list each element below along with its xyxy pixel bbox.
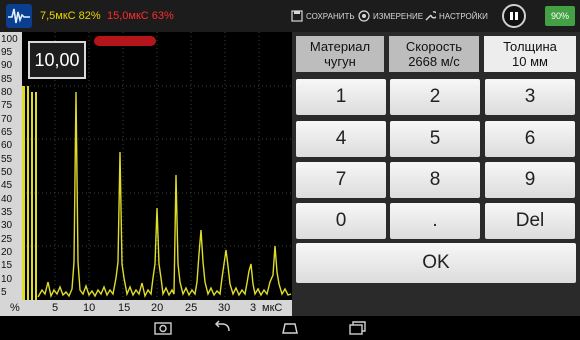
value-readout: 10,00 [28, 41, 86, 79]
y-tick-label: 10 [1, 274, 13, 285]
x-tick-label: 3 [250, 302, 257, 314]
key-delete[interactable]: Del [485, 203, 575, 239]
tab-velocity-value: 2668 м/с [408, 54, 460, 69]
y-tick-label: 15 [1, 260, 13, 271]
y-tick-label: 70 [1, 114, 13, 125]
gate1-reading: 7,5мкС 82% [40, 10, 101, 22]
tab-velocity[interactable]: Скорость 2668 м/с [389, 36, 479, 72]
gate2-reading: 15,0мкС 63% [107, 10, 174, 22]
x-tick-label: 10 [83, 302, 96, 314]
key-9[interactable]: 9 [485, 162, 575, 198]
tab-material[interactable]: Материал чугун [296, 36, 384, 72]
key-3[interactable]: 3 [485, 79, 575, 115]
y-tick-label: 85 [1, 74, 13, 85]
key-5[interactable]: 5 [390, 121, 480, 157]
y-tick-label: 5 [1, 287, 7, 298]
y-tick-label: 95 [1, 47, 13, 58]
tab-material-value: чугун [324, 54, 356, 69]
y-tick-label: 35 [1, 207, 13, 218]
y-tick-label: 30 [1, 220, 13, 231]
key-8[interactable]: 8 [390, 162, 480, 198]
y-axis: 100 95 90 85 80 75 70 65 60 55 50 45 40 … [0, 32, 22, 300]
tab-thickness[interactable]: Толщина 10 мм [484, 36, 576, 72]
y-tick-label: 100 [1, 34, 18, 45]
android-nav-bar [0, 316, 580, 340]
x-unit-label: мкС [262, 302, 283, 314]
y-tick-label: 65 [1, 127, 13, 138]
battery-indicator: 90% [545, 6, 575, 26]
x-tick-label: 30 [218, 302, 231, 314]
screenshot-icon[interactable] [153, 320, 173, 336]
x-tick-label: 25 [185, 302, 198, 314]
key-decimal[interactable]: . [390, 203, 480, 239]
recent-apps-icon[interactable] [348, 320, 368, 336]
key-4[interactable]: 4 [296, 121, 386, 157]
save-icon [291, 10, 303, 22]
tab-thickness-value: 10 мм [512, 54, 548, 69]
measure-label: ИЗМЕРЕНИЕ [373, 11, 424, 21]
top-status-bar: 7,5мкС 82% 15,0мкС 63% СОХРАНИТЬ ИЗМЕРЕН… [0, 0, 580, 32]
wrench-icon [425, 11, 436, 21]
y-tick-label: 90 [1, 60, 13, 71]
key-7[interactable]: 7 [296, 162, 386, 198]
home-icon[interactable] [280, 320, 300, 336]
y-tick-label: 75 [1, 100, 13, 111]
x-tick-label: 5 [52, 302, 59, 314]
pause-icon [510, 12, 518, 20]
y-tick-label: 20 [1, 247, 13, 258]
app-logo-icon[interactable] [6, 4, 32, 28]
save-label: СОХРАНИТЬ [306, 11, 355, 21]
gate-marker[interactable] [94, 36, 156, 46]
y-tick-label: 25 [1, 234, 13, 245]
y-tick-label: 55 [1, 154, 13, 165]
key-2[interactable]: 2 [390, 79, 480, 115]
y-tick-label: 80 [1, 87, 13, 98]
settings-button[interactable]: НАСТРОЙКИ [424, 10, 488, 22]
settings-label: НАСТРОЙКИ [439, 11, 488, 21]
key-6[interactable]: 6 [485, 121, 575, 157]
y-tick-label: 40 [1, 194, 13, 205]
key-1[interactable]: 1 [296, 79, 386, 115]
ok-button[interactable]: OK [296, 243, 576, 283]
x-tick-label: 15 [118, 302, 131, 314]
y-tick-label: 45 [1, 180, 13, 191]
measure-icon [358, 10, 370, 22]
pause-button[interactable] [502, 4, 526, 28]
key-0[interactable]: 0 [296, 203, 386, 239]
y-tick-label: 60 [1, 140, 13, 151]
measure-button[interactable]: ИЗМЕРЕНИЕ [358, 10, 423, 22]
tab-thickness-title: Толщина [503, 39, 557, 54]
x-axis: % 5 10 15 20 25 30 3 мкС [0, 300, 292, 316]
y-tick-label: 50 [1, 167, 13, 178]
tab-velocity-title: Скорость [405, 39, 463, 54]
tab-material-title: Материал [309, 39, 371, 54]
x-unit-label: % [10, 302, 20, 314]
save-button[interactable]: СОХРАНИТЬ [291, 10, 355, 22]
back-icon[interactable] [212, 320, 232, 336]
x-tick-label: 20 [151, 302, 164, 314]
